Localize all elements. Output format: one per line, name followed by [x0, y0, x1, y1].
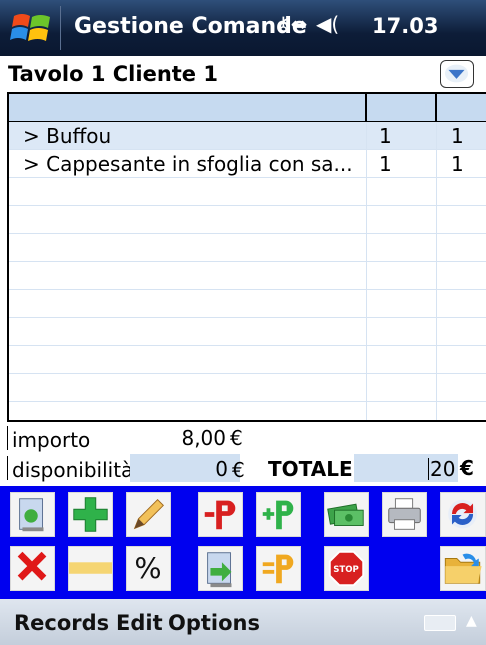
row-item: > Cappesante in sfoglia con sa... — [9, 150, 367, 178]
menu-edit[interactable]: Edit — [116, 611, 163, 635]
importo-value: 8,00 — [181, 426, 226, 450]
delete-icon[interactable] — [10, 546, 55, 591]
menu-options[interactable]: Options — [168, 611, 260, 635]
grid-header-item[interactable] — [9, 94, 367, 122]
grid-header-col3[interactable] — [437, 94, 486, 122]
printer-icon[interactable] — [382, 492, 427, 537]
svg-text:%: % — [134, 552, 161, 586]
clock[interactable]: 17.03 — [372, 14, 438, 38]
row-col3: 1 — [451, 124, 464, 148]
row-col3: 1 — [451, 152, 464, 176]
summary-area: importo 8,00 € disponibilità 0 € TOTALE … — [0, 422, 486, 486]
empty-row[interactable] — [9, 374, 486, 402]
equals-p-icon[interactable] — [256, 546, 301, 591]
plus-icon[interactable] — [68, 492, 113, 537]
importo-currency: € — [230, 426, 243, 450]
money-icon[interactable] — [324, 492, 369, 537]
stop-icon[interactable]: STOP — [324, 546, 369, 591]
title-separator — [60, 6, 61, 50]
row-qty: 1 — [367, 122, 437, 150]
row-item: > Buffou — [9, 122, 367, 150]
table-row[interactable]: > Buffou 1 1 — [9, 122, 486, 150]
speaker-icon[interactable]: ◀︎( — [316, 12, 339, 36]
folder-icon[interactable] — [440, 546, 486, 591]
totale-value: 20 — [430, 457, 456, 481]
table-header: Tavolo 1 Cliente 1 — [0, 56, 486, 92]
sync-icon[interactable] — [440, 492, 486, 537]
menu-records[interactable]: Records — [14, 611, 109, 635]
app-title: Gestione Comande — [74, 14, 307, 39]
grid-header-qty[interactable] — [367, 94, 437, 122]
percent-icon[interactable]: % — [126, 546, 171, 591]
transfer-dish-icon[interactable] — [198, 546, 243, 591]
empty-row[interactable] — [9, 234, 486, 262]
menu-bar: Records Edit Options — [0, 599, 486, 645]
disponibilita-label: disponibilità — [12, 458, 134, 482]
action-toolbar: % STOP — [0, 486, 486, 599]
empty-row[interactable] — [9, 262, 486, 290]
add-dish-icon[interactable] — [10, 492, 55, 537]
disponibilita-currency: € — [232, 458, 245, 482]
table-label: Tavolo 1 Cliente 1 — [8, 62, 218, 86]
totale-currency: € — [460, 456, 474, 480]
table-dropdown-button[interactable] — [440, 60, 474, 88]
empty-row[interactable] — [9, 346, 486, 374]
plus-p-icon[interactable] — [256, 492, 301, 537]
svg-text:STOP: STOP — [333, 565, 359, 575]
empty-row[interactable] — [9, 318, 486, 346]
chevron-down-icon — [444, 64, 469, 83]
keyboard-icon[interactable] — [424, 615, 456, 631]
order-grid[interactable]: > Buffou 1 1 > Cappesante in sfoglia con… — [7, 92, 486, 422]
row-qty: 1 — [367, 150, 437, 178]
table-row[interactable]: > Cappesante in sfoglia con sa... 1 1 — [9, 150, 486, 178]
empty-row[interactable] — [9, 178, 486, 206]
chevron-up-icon[interactable]: ▲ — [466, 613, 477, 629]
pencil-icon[interactable] — [126, 492, 171, 537]
totale-label: TOTALE — [268, 457, 353, 481]
blank-icon[interactable] — [68, 546, 113, 591]
empty-row[interactable] — [9, 402, 486, 420]
disponibilita-value: 0 — [215, 457, 228, 481]
connectivity-icon[interactable]: ⚷↔ — [276, 12, 307, 36]
windows-start-icon[interactable] — [10, 8, 54, 48]
empty-row[interactable] — [9, 206, 486, 234]
importo-label: importo — [12, 428, 91, 452]
empty-row[interactable] — [9, 290, 486, 318]
title-bar: Gestione Comande ⚷↔ ◀︎( 17.03 — [0, 0, 486, 56]
minus-p-icon[interactable] — [198, 492, 243, 537]
